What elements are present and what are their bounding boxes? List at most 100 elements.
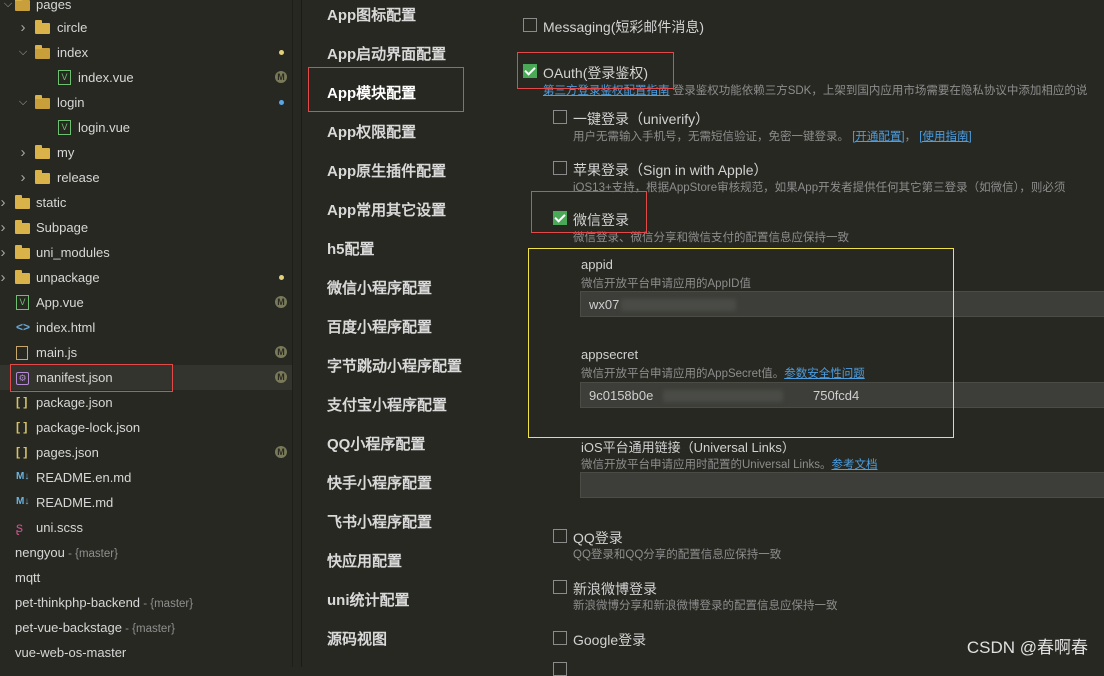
change-dot	[279, 100, 284, 105]
nav-item[interactable]: 快手小程序配置	[327, 472, 432, 493]
oauth-highlight-box	[517, 52, 674, 89]
chevron-right-icon[interactable]: ›	[0, 190, 9, 215]
tree-item-label: release	[57, 170, 100, 185]
tree-item-label: pet-thinkphp-backend - {master}	[15, 595, 194, 610]
json-file-icon: [ ]	[16, 445, 28, 459]
nav-item[interactable]: App启动界面配置	[327, 43, 446, 64]
git-branch-label: - {master}	[64, 548, 118, 560]
folder-icon	[35, 45, 50, 59]
tree-item[interactable]: › unpackage	[0, 265, 292, 290]
folder-icon	[15, 270, 30, 284]
tree-item[interactable]: › my	[0, 140, 292, 165]
nav-item[interactable]: 微信小程序配置	[327, 277, 432, 298]
nav-item[interactable]: App权限配置	[327, 121, 416, 142]
modified-badge: M	[275, 371, 287, 383]
tree-item[interactable]: [ ] package-lock.json	[0, 415, 292, 440]
module-config-highlight-box	[308, 67, 464, 112]
tree-item[interactable]: Vindex.vue M	[0, 65, 292, 90]
tree-item[interactable]: nengyou - {master}	[0, 540, 292, 565]
vue-file-icon: V	[58, 70, 71, 85]
qq-login-checkbox[interactable]	[553, 529, 567, 543]
tree-item[interactable]: [ ] pages.json M	[0, 440, 292, 465]
nav-item[interactable]: 快应用配置	[327, 550, 402, 571]
tree-item[interactable]: M↓ README.en.md	[0, 465, 292, 490]
chevron-down-icon[interactable]: ⌵	[17, 90, 29, 115]
modified-badge: M	[275, 71, 287, 83]
tree-item[interactable]: › circle	[0, 15, 292, 40]
universal-links-desc: 微信开放平台申请应用时配置的Universal Links。参考文档	[581, 456, 877, 472]
tree-item[interactable]: mqtt	[0, 565, 292, 590]
univerify-checkbox[interactable]	[553, 110, 567, 124]
nav-item[interactable]: 百度小程序配置	[327, 316, 432, 337]
tree-item-label: mqtt	[15, 570, 41, 585]
folder-icon	[15, 0, 30, 11]
apple-login-label: 苹果登录（Sign in with Apple）	[573, 162, 768, 178]
universal-links-doc-link[interactable]: 参考文档	[831, 459, 877, 471]
folder-icon	[35, 170, 50, 184]
markdown-file-icon: M↓	[16, 496, 30, 507]
next-option-checkbox[interactable]	[553, 662, 567, 676]
chevron-right-icon[interactable]: ›	[0, 265, 9, 290]
tree-item[interactable]: main.js M	[0, 340, 292, 365]
universal-links-desc-text: 微信开放平台申请应用时配置的Universal Links。	[581, 459, 832, 471]
tree-item[interactable]: › Subpage	[0, 215, 292, 240]
tree-item[interactable]: ʂ uni.scss	[0, 515, 292, 540]
tree-item-label: index.vue	[78, 70, 134, 85]
tree-item[interactable]: vue-web-os-master	[0, 640, 292, 665]
tree-item[interactable]: <> index.html	[0, 315, 292, 340]
messaging-checkbox[interactable]	[523, 18, 537, 32]
tree-item-label: uni.scss	[36, 520, 83, 535]
nav-item[interactable]: App常用其它设置	[327, 199, 446, 220]
nav-item[interactable]: 字节跳动小程序配置	[327, 355, 462, 376]
json-file-icon: [ ]	[16, 420, 28, 434]
tree-item-label: index.html	[36, 320, 96, 335]
tree-item-label: README.en.md	[36, 470, 132, 485]
sina-login-checkbox[interactable]	[553, 580, 567, 594]
chevron-right-icon[interactable]: ›	[0, 215, 9, 240]
univerify-guide-link[interactable]: [使用指南]	[919, 131, 971, 143]
nav-item[interactable]: uni统计配置	[327, 589, 410, 610]
tree-item-label: circle	[57, 20, 88, 35]
manifest-highlight-box	[10, 364, 173, 392]
chevron-right-icon[interactable]: ›	[17, 15, 29, 40]
tree-item-label: package.json	[36, 395, 113, 410]
apple-login-checkbox[interactable]	[553, 161, 567, 175]
tree-item[interactable]: [ ] package.json	[0, 390, 292, 415]
change-dot	[279, 50, 284, 55]
nav-item[interactable]: 源码视图	[327, 628, 387, 649]
nav-item[interactable]: 支付宝小程序配置	[327, 394, 447, 415]
nav-item[interactable]: App原生插件配置	[327, 160, 446, 181]
git-branch-label: - {master}	[140, 598, 194, 610]
univerify-desc: 用户无需输入手机号，无需短信验证，免密一键登录。 [开通配置]， [使用指南]	[573, 128, 972, 144]
tree-item[interactable]: › static	[0, 190, 292, 215]
tree-item[interactable]: Vlogin.vue	[0, 115, 292, 140]
chevron-right-icon[interactable]: ›	[17, 165, 29, 190]
messaging-label: Messaging(短彩邮件消息)	[543, 19, 705, 35]
universal-links-input[interactable]	[580, 472, 1104, 498]
tree-item[interactable]: pet-vue-backstage - {master}	[0, 615, 292, 640]
tree-item[interactable]: pet-thinkphp-backend - {master}	[0, 590, 292, 615]
markdown-file-icon: M↓	[16, 471, 30, 482]
tree-item[interactable]: › release	[0, 165, 292, 190]
nav-item[interactable]: QQ小程序配置	[327, 433, 425, 454]
chevron-right-icon[interactable]: ›	[0, 240, 9, 265]
tree-item[interactable]: V App.vue M	[0, 290, 292, 315]
tree-item[interactable]: › uni_modules	[0, 240, 292, 265]
nav-item[interactable]: h5配置	[327, 238, 375, 259]
google-login-checkbox[interactable]	[553, 631, 567, 645]
folder-icon	[15, 220, 30, 234]
folder-icon	[35, 145, 50, 159]
tree-item[interactable]: ⌵ index	[0, 40, 292, 65]
chevron-down-icon[interactable]: ⌵	[17, 40, 29, 65]
nav-item[interactable]: App图标配置	[327, 4, 416, 25]
html-file-icon: <>	[16, 320, 31, 334]
chevron-right-icon[interactable]: ›	[17, 140, 29, 165]
tree-item[interactable]: M↓ README.md	[0, 490, 292, 515]
nav-item[interactable]: 飞书小程序配置	[327, 511, 432, 532]
univerify-label: 一键登录（univerify）	[573, 111, 710, 127]
sina-login-desc: 新浪微博分享和新浪微博登录的配置信息应保持一致	[573, 600, 838, 612]
modified-badge: M	[275, 296, 287, 308]
tree-item[interactable]: ⌵ login	[0, 90, 292, 115]
univerify-config-link[interactable]: [开通配置]	[852, 131, 904, 143]
folder-icon	[35, 95, 50, 109]
